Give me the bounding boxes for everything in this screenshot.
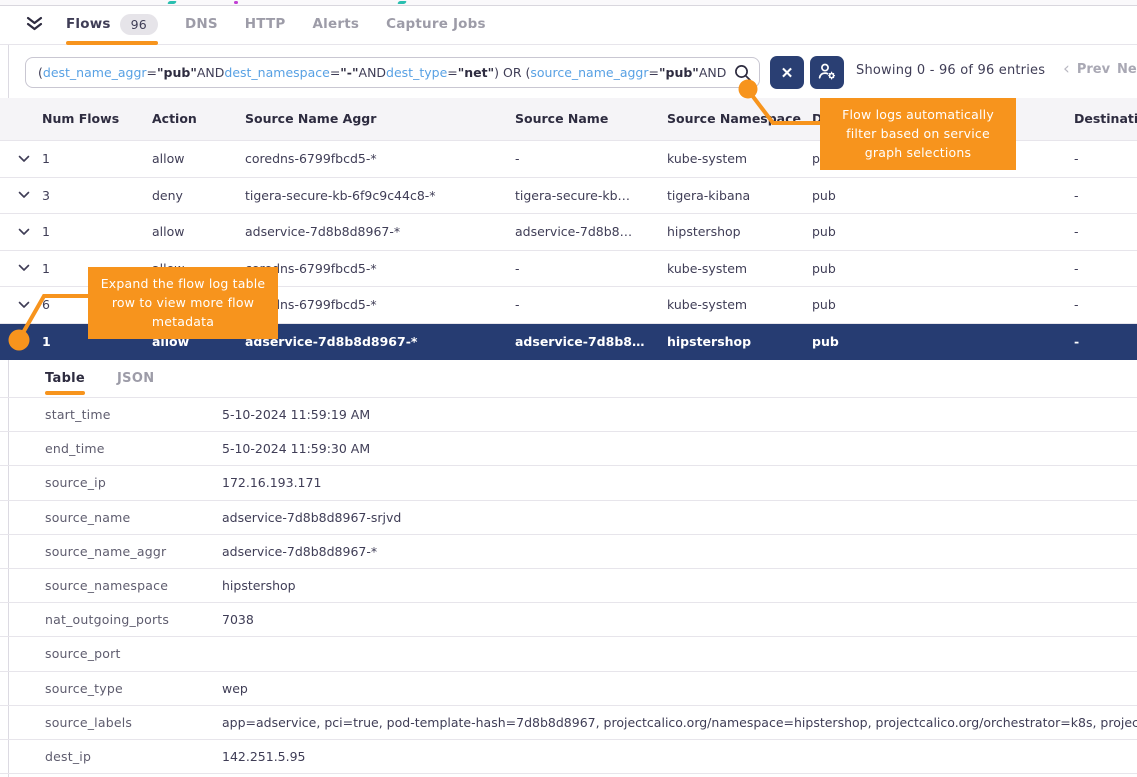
col-num-flows: Num Flows [42,111,119,127]
user-settings-button[interactable] [810,56,844,89]
query-value: "pub" [157,65,197,80]
flows-count-badge: 96 [120,14,158,35]
detail-tab-bar: Table JSON [0,360,1137,398]
detail-field-row: dest_ip142.251.5.95 [0,740,1137,774]
col-action: Action [152,111,245,127]
graph-mark [397,1,407,4]
graph-mark [167,1,177,4]
close-icon: ✕ [781,64,794,82]
query-field: dest_name_aggr [43,65,147,80]
detail-tab-json[interactable]: JSON [117,360,154,398]
detail-field-row: source_nameadservice-7d8b8d8967-srjvd [0,501,1137,535]
graph-mark [234,1,238,4]
collapse-double-chevron-icon[interactable] [25,16,44,32]
flow-logs-panel: Flows 96 DNS HTTP Alerts Capture Jobs (d… [0,0,1137,777]
detail-field-row: nat_outgoing_ports7038 [0,603,1137,637]
detail-field-row: source_ip172.16.193.171 [0,466,1137,500]
flow-row[interactable]: 3 deny tigera-secure-kb-6f9c9c44c8-* tig… [0,178,1137,215]
filter-callout-tooltip: Flow logs automatically filter based on … [820,98,1016,170]
detail-field-row: source_name_aggradservice-7d8b8d8967-* [0,535,1137,569]
detail-field-row: source_typewep [0,672,1137,706]
detail-field-row: source_port [0,637,1137,671]
tab-flows-label: Flows [66,16,111,32]
tab-flows[interactable]: Flows 96 [66,6,158,43]
tab-http[interactable]: HTTP [245,6,286,43]
tab-bar: Flows 96 DNS HTTP Alerts Capture Jobs [0,6,1137,45]
detail-field-row: start_time5-10-2024 11:59:19 AM [0,398,1137,432]
chevron-left-icon[interactable]: ‹ [1063,61,1070,78]
entries-summary: Showing 0 - 96 of 96 entries [856,63,1045,78]
chevron-down-icon[interactable] [10,228,42,236]
chevron-down-icon[interactable] [10,155,42,163]
query-field: dest_namespace [224,65,329,80]
tab-alerts[interactable]: Alerts [313,6,360,43]
chevron-down-icon[interactable] [10,301,42,309]
query-field: dest_type [386,65,447,80]
chevron-down-icon[interactable] [10,191,42,199]
flow-row[interactable]: 1 allow adservice-7d8b8d8967-* adservice… [0,214,1137,251]
query-value: "-" [340,65,358,80]
detail-tab-table[interactable]: Table [45,360,85,398]
detail-field-row: source_labelsapp=adservice, pci=true, po… [0,706,1137,740]
query-value: "net" [458,65,494,80]
col-destination-name: Destination Name [1074,111,1137,127]
next-button[interactable]: Next [1117,62,1137,77]
prev-button[interactable]: Prev [1077,62,1110,77]
filter-query-input[interactable]: (dest_name_aggr = "pub" AND dest_namespa… [25,57,760,88]
detail-field-row: end_time5-10-2024 11:59:30 AM [0,432,1137,466]
query-field: source_name_aggr [530,65,648,80]
detail-field-row: source_namespacehipstershop [0,569,1137,603]
search-icon[interactable] [733,63,753,86]
chevron-down-icon[interactable] [10,264,42,272]
pagination: ‹ Prev Next › [1063,61,1137,78]
col-source-name-aggr: Source Name Aggr [245,111,515,127]
col-source-name: Source Name [515,111,667,127]
tab-capture-jobs[interactable]: Capture Jobs [386,6,486,43]
expand-callout-tooltip: Expand the flow log table row to view mo… [88,267,278,339]
query-value: "pub" [659,65,699,80]
tab-dns[interactable]: DNS [185,6,218,43]
col-source-namespace: Source Namespace [667,111,759,127]
user-gear-icon [817,62,837,84]
clear-filter-button[interactable]: ✕ [770,56,804,89]
